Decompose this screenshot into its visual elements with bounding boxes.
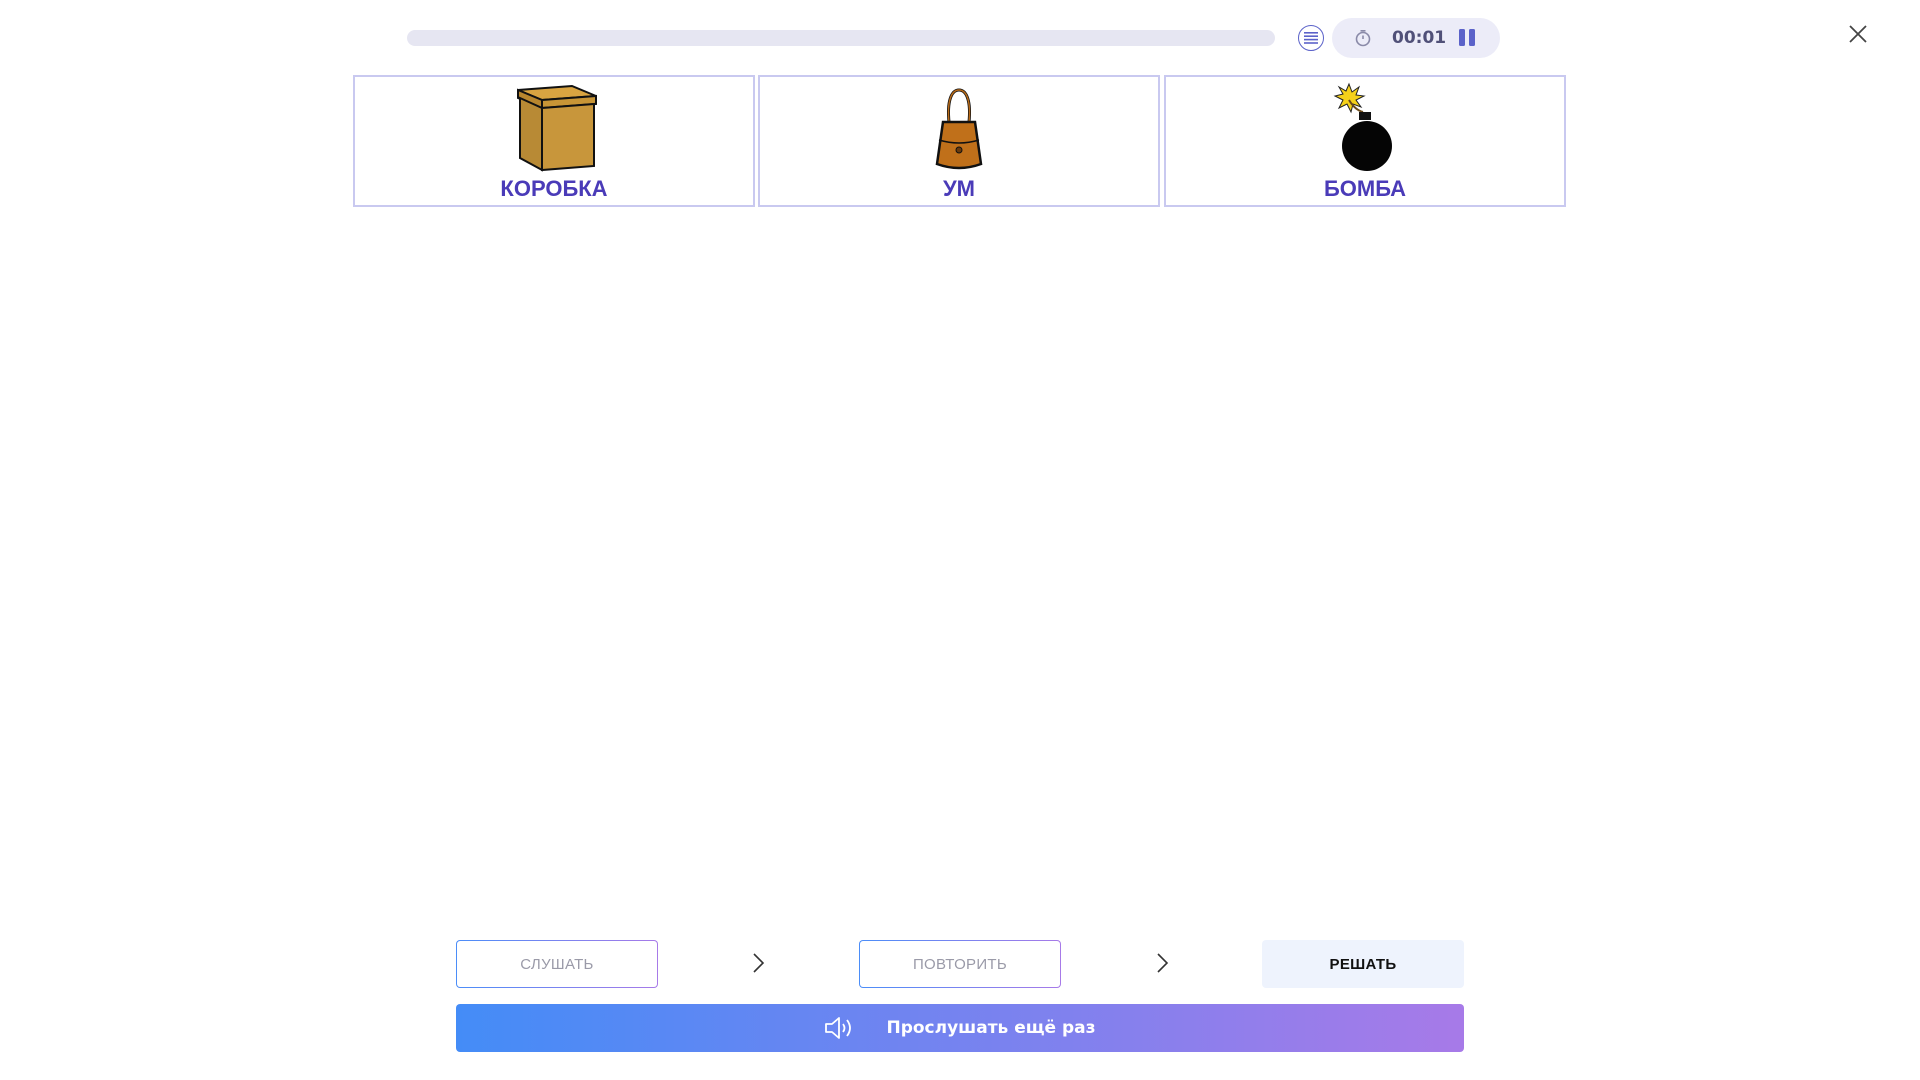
list-icon	[1304, 32, 1318, 44]
step-repeat-button[interactable]: ПОВТОРИТЬ	[859, 940, 1061, 988]
close-button[interactable]	[1849, 25, 1867, 47]
box-icon	[517, 84, 597, 172]
listen-again-button[interactable]: Прослушать ещё раз	[456, 1004, 1464, 1052]
chevron-right-icon	[1157, 953, 1169, 973]
card-label: УМ	[942, 176, 975, 201]
close-icon	[1849, 25, 1867, 43]
step-listen-button[interactable]: СЛУШАТЬ	[456, 940, 658, 988]
word-card-box[interactable]: КОРОБКА	[353, 75, 755, 207]
progress-bar	[407, 30, 1275, 46]
card-label: БОМБА	[1323, 176, 1407, 201]
word-card-bag[interactable]: УМ	[758, 75, 1160, 207]
bag-icon	[935, 88, 983, 170]
listen-again-label: Прослушать ещё раз	[886, 1018, 1096, 1038]
exercise-screen: 00:01 КОРОБКА УМ БОМБА СЛУШАТЬ ПОВТОРИТЬ…	[0, 0, 1920, 1080]
stopwatch-icon	[1355, 29, 1371, 47]
timer-value: 00:01	[1392, 28, 1447, 48]
menu-button[interactable]	[1298, 25, 1324, 51]
word-card-bomb[interactable]: БОМБА	[1164, 75, 1566, 207]
step-solve-button[interactable]: РЕШАТЬ	[1262, 940, 1464, 988]
speaker-icon	[824, 1016, 856, 1040]
card-label: КОРОБКА	[500, 176, 608, 201]
chevron-right-icon	[753, 953, 765, 973]
timer-panel: 00:01	[1332, 18, 1500, 58]
bomb-icon	[1333, 82, 1392, 171]
